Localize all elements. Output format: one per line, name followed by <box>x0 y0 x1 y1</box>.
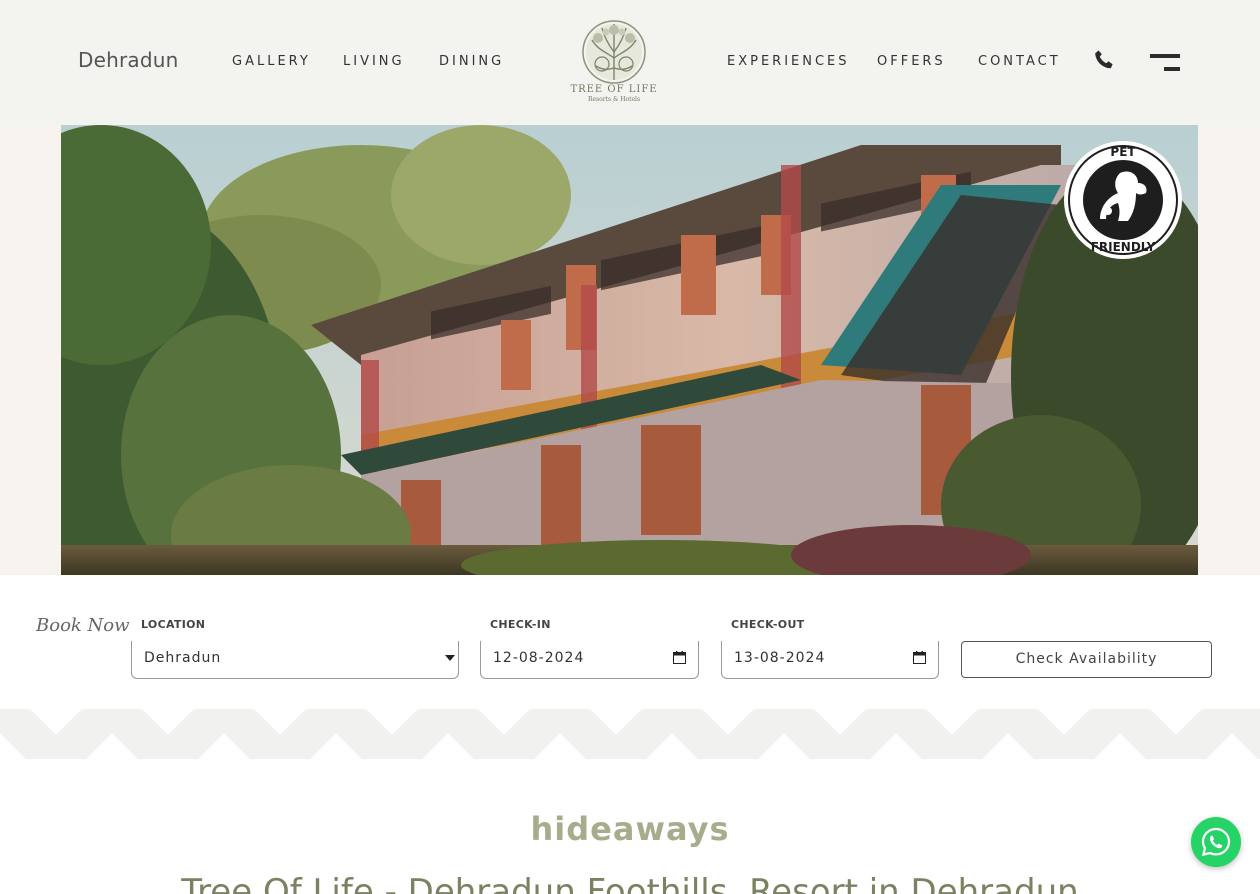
hideaways-heading: hideaways <box>530 810 730 848</box>
menu-bar-top <box>1150 54 1180 58</box>
resort-building-image <box>61 125 1198 575</box>
chevron-pattern-divider <box>0 709 1260 759</box>
caret-down-icon <box>445 655 455 661</box>
checkin-value: 12-08-2024 <box>493 650 585 666</box>
checkin-date-input[interactable]: 12-08-2024 <box>480 641 699 679</box>
page-headline: Tree Of Life - Dehradun Foothills, Resor… <box>181 872 1079 894</box>
checkout-value: 13-08-2024 <box>734 650 826 666</box>
book-now-title: Book Now <box>36 615 130 636</box>
nav-contact[interactable]: CONTACT <box>978 54 1061 69</box>
phone-icon[interactable] <box>1092 48 1116 72</box>
nav-offers[interactable]: OFFERS <box>877 54 946 69</box>
location-label: LOCATION <box>141 618 206 631</box>
city-name[interactable]: Dehradun <box>78 48 179 72</box>
tree-logo-icon <box>582 20 646 84</box>
site-header: Dehradun GALLERY LIVING DINING TREE OF L… <box>0 0 1260 125</box>
logo-name: TREE OF LIFE <box>570 84 658 95</box>
menu-icon[interactable] <box>1150 54 1182 74</box>
badge-text-bottom: FRIENDLY <box>1091 240 1156 254</box>
pet-friendly-badge: PET FRIENDLY <box>1064 141 1182 259</box>
logo-subtitle: Resorts & Hotels <box>587 96 641 103</box>
checkout-label: CHECK-OUT <box>731 618 805 631</box>
calendar-icon[interactable] <box>673 651 686 664</box>
nav-living[interactable]: LIVING <box>343 54 405 69</box>
hero-video <box>61 125 1198 575</box>
checkout-date-input[interactable]: 13-08-2024 <box>721 641 939 679</box>
nav-dining[interactable]: DINING <box>439 54 504 69</box>
whatsapp-icon <box>1201 827 1231 857</box>
nav-experiences[interactable]: EXPERIENCES <box>727 54 850 69</box>
location-value: Dehradun <box>144 650 222 666</box>
location-select[interactable]: Dehradun <box>131 641 459 679</box>
tree-of-life-logo[interactable]: TREE OF LIFE Resorts & Hotels <box>568 18 660 106</box>
nav-gallery[interactable]: GALLERY <box>232 54 311 69</box>
whatsapp-button[interactable] <box>1191 817 1241 867</box>
check-availability-button[interactable]: Check Availability <box>961 641 1212 678</box>
badge-text-top: PET <box>1110 145 1136 159</box>
checkin-label: CHECK-IN <box>490 618 551 631</box>
menu-bar-bottom <box>1164 67 1180 71</box>
calendar-icon[interactable] <box>913 651 926 664</box>
